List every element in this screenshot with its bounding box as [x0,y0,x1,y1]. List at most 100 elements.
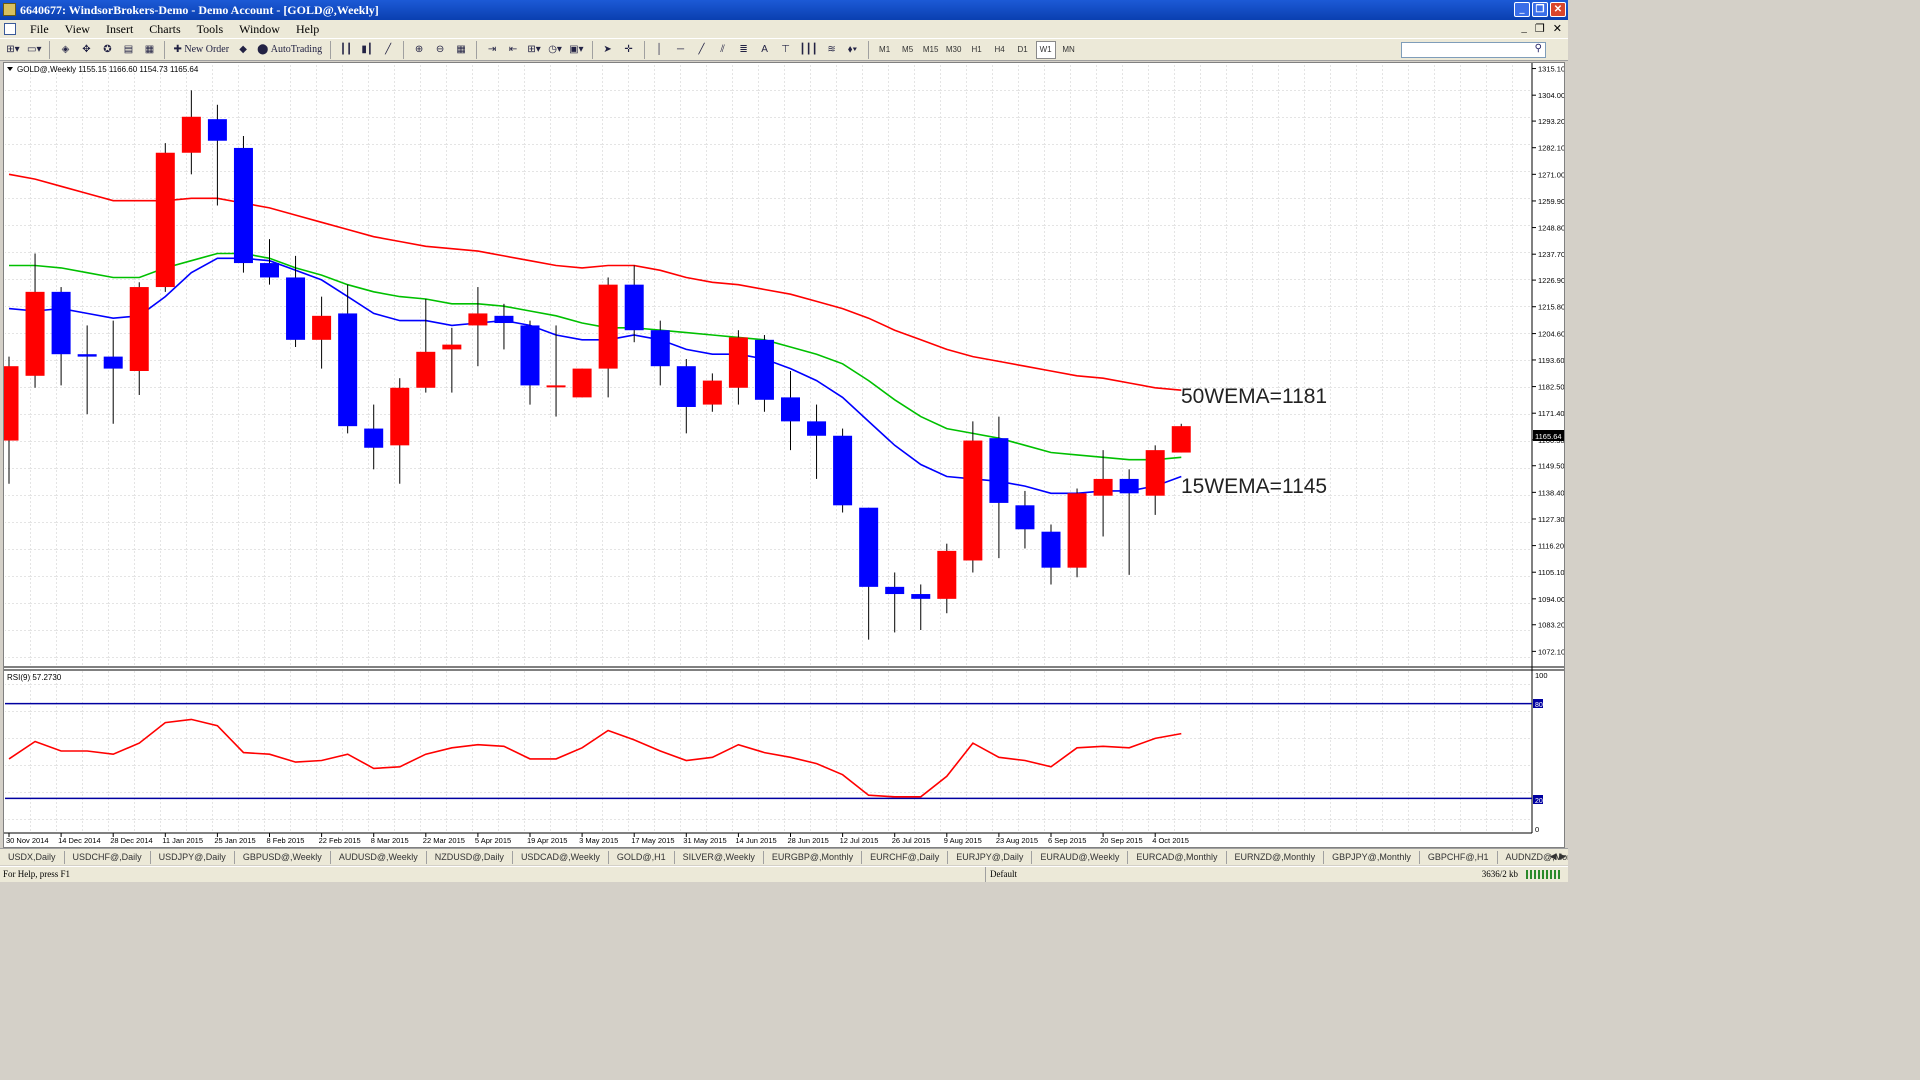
candle-bull [963,440,983,561]
menu-view[interactable]: View [57,22,98,37]
navigator-icon[interactable]: ✪ [98,41,116,59]
timeframe-m1[interactable]: M1 [875,41,895,59]
chart-canvas[interactable]: 1315.10 1304.00 1293.20 1282.10 1271.00 1259.… [0,63,1565,847]
mdi-minimize-button[interactable]: _ [1521,22,1527,35]
chart-tab[interactable]: USDX,Daily [0,850,65,864]
chart-tab[interactable]: EURGBP@,Monthly [764,850,863,864]
meta-editor-icon[interactable]: ◆ [234,41,252,59]
horizontal-line-icon[interactable]: ─ [672,41,690,59]
timeframe-w1[interactable]: W1 [1035,40,1056,59]
timeframe-mn[interactable]: MN [1059,41,1079,59]
menu-insert[interactable]: Insert [98,22,141,37]
chart-tab[interactable]: AUDUSD@,Weekly [331,850,427,864]
chart-tab[interactable]: EURCAD@,Monthly [1128,850,1227,864]
data-window-icon[interactable]: ✥ [77,41,95,59]
new-chart-icon[interactable]: ⊞▾ [4,41,22,59]
rsi-grid [5,670,1532,833]
zoom-out-icon[interactable]: ⊖ [431,41,449,59]
crosshair-icon[interactable]: ✛ [620,41,638,59]
toolbar-separator [403,40,405,59]
trendline-icon[interactable]: ╱ [693,41,711,59]
chart-tab[interactable]: GBPCHF@,H1 [1420,850,1498,864]
candle-bear [781,397,800,422]
text-tool-icon[interactable]: A [756,41,774,59]
chart-tab[interactable]: USDJPY@,Daily [151,850,235,864]
chart-tab[interactable]: GBPJPY@,Monthly [1324,850,1420,864]
price-axis: 1315.10 1304.00 1293.20 1282.10 1271.00 1259.… [1532,65,1565,656]
menu-help[interactable]: Help [288,22,327,37]
menu-charts[interactable]: Charts [141,22,188,37]
timeframe-m15[interactable]: M15 [921,41,941,59]
mdi-restore-button[interactable]: ❐ [1535,22,1545,35]
vertical-line-icon[interactable]: │ [651,41,669,59]
chart-tab[interactable]: GOLD@,H1 [609,850,675,864]
arrows-icon[interactable]: ⬧▾ [844,41,862,59]
new-order-button[interactable]: ✚ New Order [171,41,231,59]
close-button[interactable]: ✕ [1550,2,1566,17]
market-watch-icon[interactable]: ◈ [56,41,74,59]
indicators-icon[interactable]: ⊞▾ [525,41,543,59]
cursor-icon[interactable]: ➤ [599,41,617,59]
chart-tab[interactable]: NZDUSD@,Daily [427,850,513,864]
date-tick-label: 28 Dec 2014 [110,836,153,845]
chart-tab[interactable]: EURJPY@,Daily [948,850,1033,864]
chart-tab[interactable]: EURCHF@,Daily [862,850,949,864]
chart-tab[interactable]: SILVER@,Weekly [675,850,764,864]
text-label-icon[interactable]: ⊤ [777,41,795,59]
chart-tab[interactable]: EURNZD@,Monthly [1227,850,1325,864]
status-help-text: For Help, press F1 [3,869,70,879]
price-tick-label: 1116.20 [1538,542,1564,551]
candle-bear [859,507,879,587]
chart-tab[interactable]: USDCHF@,Daily [65,850,151,864]
chart-window[interactable]: 1315.10 1304.00 1293.20 1282.10 1271.00 1259.… [0,62,1565,848]
menu-window[interactable]: Window [231,22,288,37]
line-chart-icon[interactable]: ╱ [379,41,397,59]
chart-shift-icon[interactable]: ⇤ [504,41,522,59]
mdi-close-button[interactable]: ✕ [1553,22,1562,35]
tab-scroll-arrows[interactable]: ◀ ▶ [1550,851,1566,862]
templates-icon[interactable]: ▣▾ [567,41,585,59]
search-icon[interactable]: ⚲ [1535,43,1542,54]
candlestick-icon[interactable]: ▮┃ [358,41,376,59]
equidistant-channel-icon[interactable]: ⫽ [714,41,732,59]
fibonacci-icon[interactable]: ≣ [735,41,753,59]
autoscroll-icon[interactable]: ⇥ [483,41,501,59]
periods-icon[interactable]: ◷▾ [546,41,564,59]
rsi-label: RSI(9) 57.2730 [7,673,62,682]
date-tick-label: 4 Oct 2015 [1152,836,1189,845]
date-tick-label: 26 Jul 2015 [892,836,931,845]
autotrading-button[interactable]: ⬤ AutoTrading [255,41,324,59]
timeframe-d1[interactable]: D1 [1013,41,1033,59]
chart-tab[interactable]: EURAUD@,Weekly [1032,850,1129,864]
timeframe-m5[interactable]: M5 [898,41,918,59]
search-input[interactable]: ⚲ [1401,42,1546,58]
chart-tab[interactable]: USDCAD@,Weekly [513,850,609,864]
bar-chart-icon[interactable]: ┃┃ [337,41,355,59]
tile-windows-icon[interactable]: ▦ [452,41,470,59]
gann-icon[interactable]: ┃┃┃ [798,41,820,59]
price-tick-label: 1248.80 [1538,224,1564,233]
price-tick-label: 1226.90 [1538,276,1564,285]
timeframe-m30[interactable]: M30 [944,41,964,59]
candle-bull [416,351,436,388]
status-bar: For Help, press F1 Default 3636/2 kb [0,866,1568,882]
strategy-tester-icon[interactable]: ▦ [140,41,158,59]
zoom-in-icon[interactable]: ⊕ [410,41,428,59]
terminal-icon[interactable]: ▤ [119,41,137,59]
timeframe-h1[interactable]: H1 [967,41,987,59]
current-price-label: 1165.64 [1535,432,1562,441]
menu-file[interactable]: File [22,22,57,37]
toolbar-separator [330,40,332,59]
candle-bear [364,428,384,448]
timeframe-h4[interactable]: H4 [990,41,1010,59]
profiles-icon[interactable]: ▭▾ [25,41,43,59]
chart-window-icon[interactable] [4,23,16,35]
menu-tools[interactable]: Tools [189,22,232,37]
candle-bear [989,438,1009,503]
fibo-fan-icon[interactable]: ≋ [823,41,841,59]
restore-button[interactable]: ❐ [1532,2,1548,17]
chart-tab[interactable]: GBPUSD@,Weekly [235,850,331,864]
minimize-button[interactable]: _ [1514,2,1530,17]
candle-bull [155,152,175,288]
candle-bear [338,313,358,427]
